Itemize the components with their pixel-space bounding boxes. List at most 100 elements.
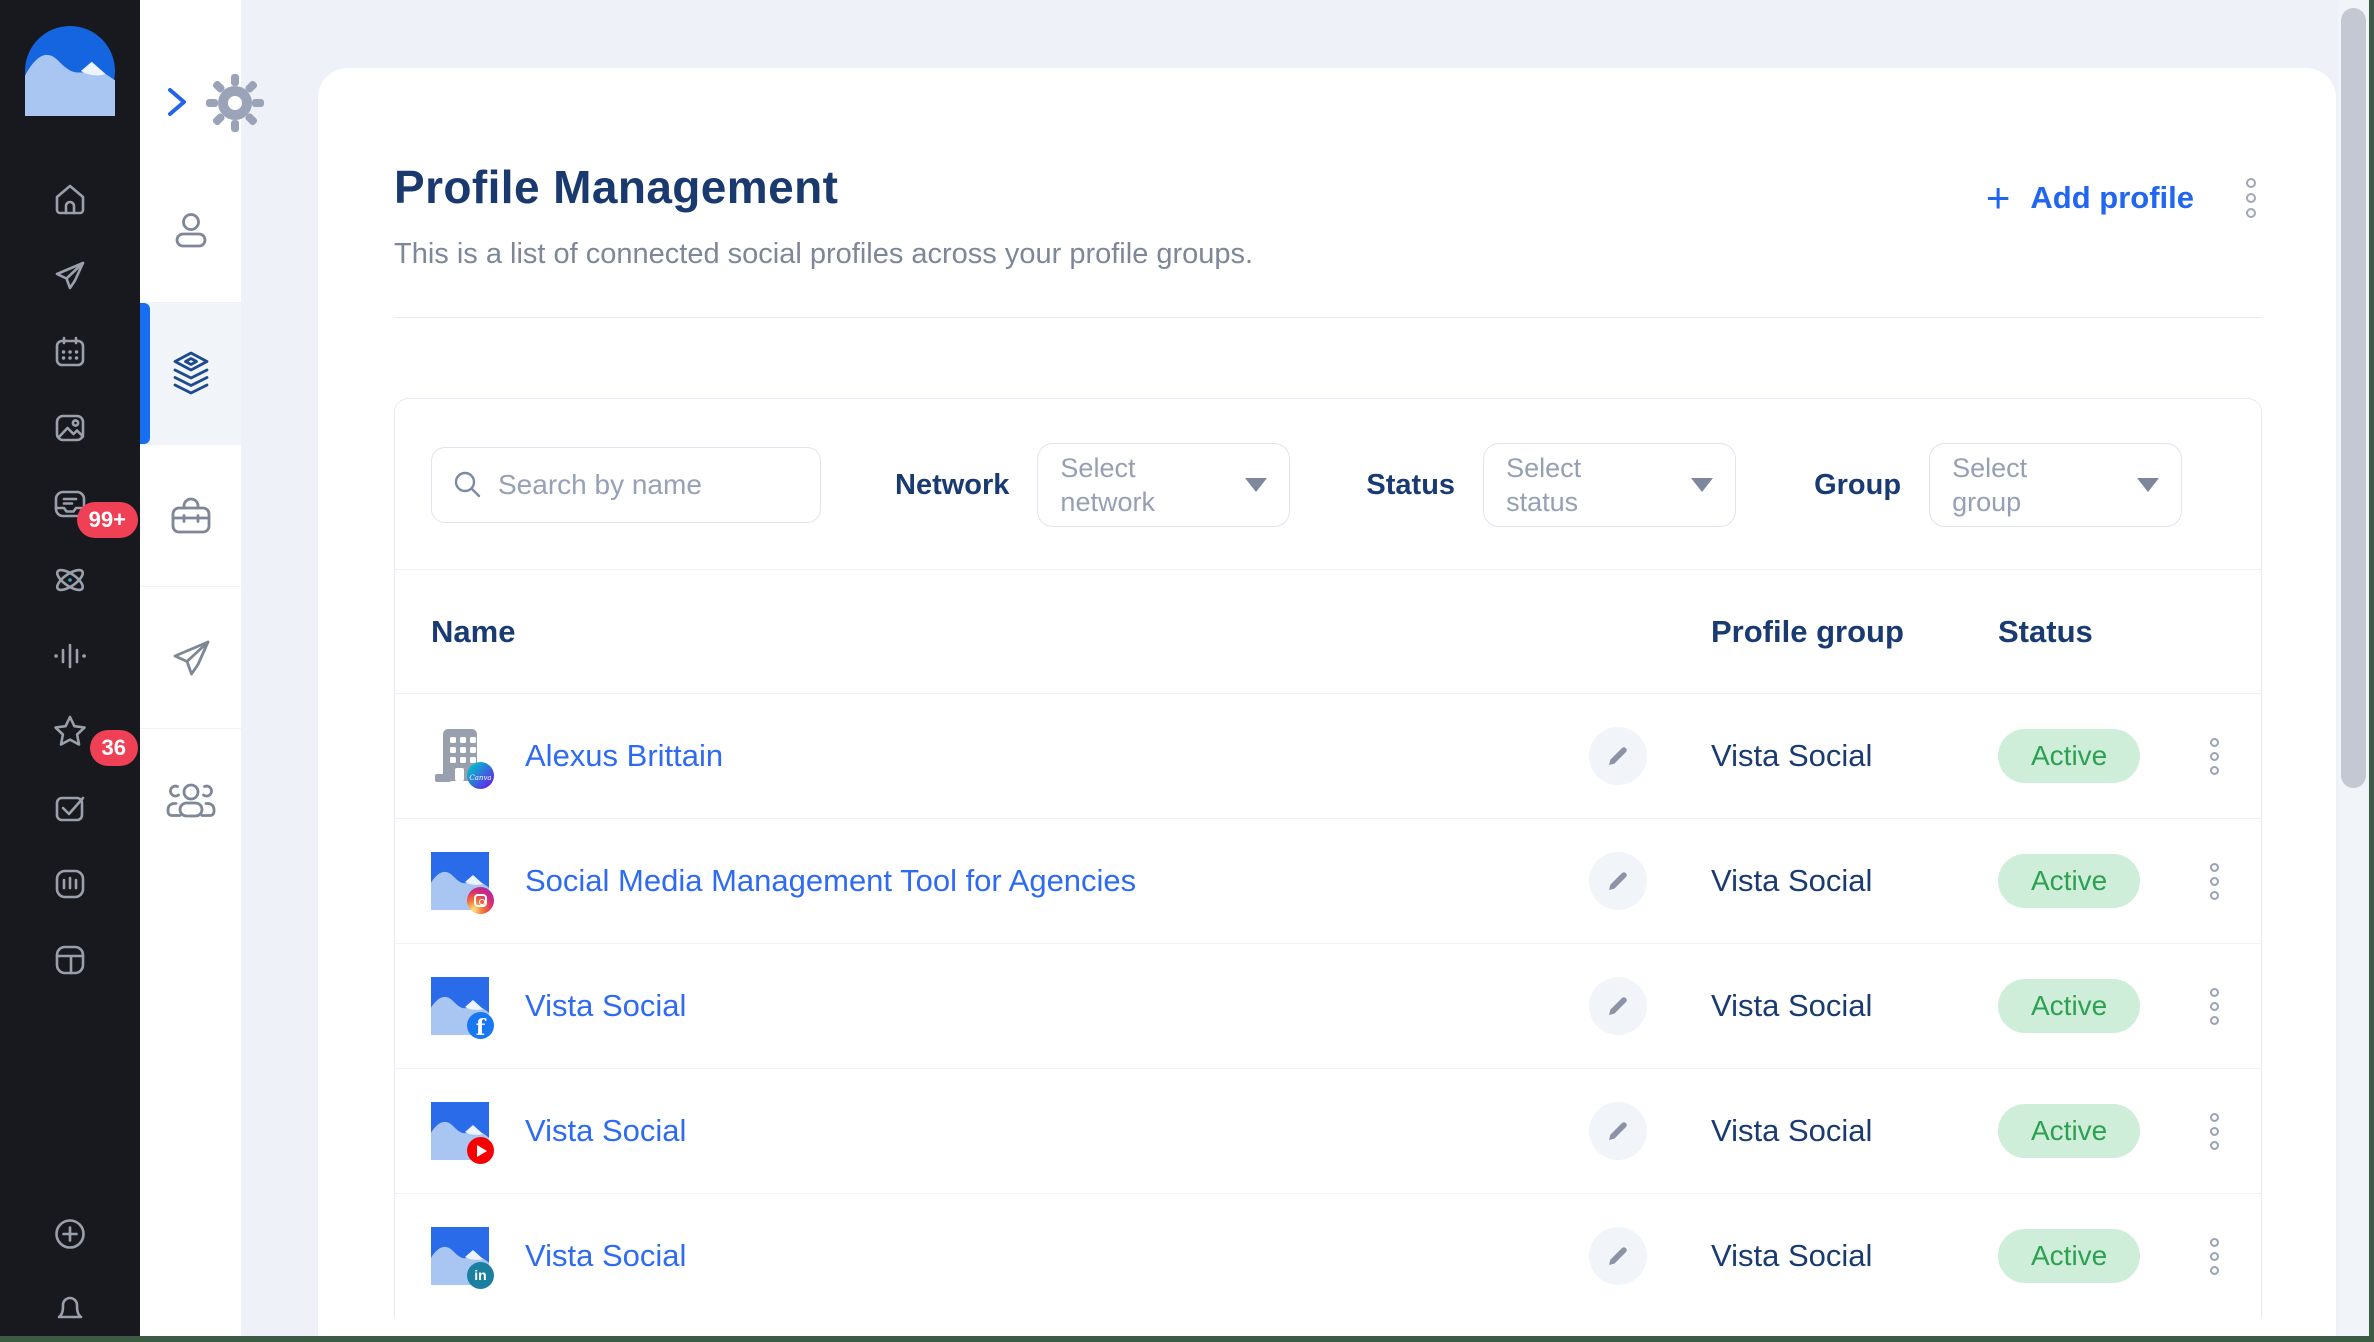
search-box[interactable]: [431, 447, 821, 523]
status-badge: Active: [1998, 1104, 2140, 1158]
status-badge: Active: [1998, 854, 2140, 908]
gear-icon: [204, 72, 266, 134]
subnav-item-profile[interactable]: [140, 160, 241, 302]
row-menu-kebab-icon[interactable]: [2204, 982, 2225, 1031]
profile-avatar: [431, 977, 489, 1035]
sidebar-item-media[interactable]: [0, 390, 140, 466]
profile-group-value: Vista Social: [1711, 988, 1872, 1023]
row-menu-kebab-icon[interactable]: [2204, 1232, 2225, 1281]
profile-name-link[interactable]: Vista Social: [525, 1113, 686, 1149]
edit-profile-button[interactable]: [1589, 977, 1647, 1035]
sidebar-item-home[interactable]: [0, 162, 140, 238]
inbox-count-badge: 99+: [77, 502, 138, 538]
network-badge-icon: [467, 762, 494, 789]
sidebar-item-voice[interactable]: [0, 618, 140, 694]
profile-management-card: Profile Management This is a list of con…: [318, 68, 2336, 1342]
caret-down-icon: [2137, 478, 2159, 492]
edit-profile-button[interactable]: [1589, 1227, 1647, 1285]
table-row: Vista Social Vista Social Active: [395, 1193, 2261, 1318]
header-divider: [394, 317, 2262, 318]
sidebar-item-layout[interactable]: [0, 922, 140, 998]
plus-circle-icon: [51, 1215, 89, 1253]
network-badge-icon: [467, 1262, 494, 1289]
media-icon: [51, 409, 89, 447]
profile-group-value: Vista Social: [1711, 1238, 1872, 1273]
screen-share-border-bottom: [0, 1336, 2374, 1342]
status-filter-label: Status: [1366, 469, 1455, 502]
layers-icon: [168, 350, 214, 398]
add-profile-button[interactable]: + Add profile: [1986, 180, 2194, 216]
scrollbar-track[interactable]: [2338, 0, 2369, 1342]
filters-row: Network Select network Status Select sta…: [395, 399, 2261, 569]
scrollbar-thumb[interactable]: [2341, 8, 2366, 788]
chevron-right-icon: [160, 80, 194, 124]
tasks-icon: [51, 789, 89, 827]
table-row: Alexus Brittain Vista Social Active: [395, 693, 2261, 818]
column-header-profile-group: Profile group: [1673, 614, 1960, 650]
row-menu-kebab-icon[interactable]: [2204, 1107, 2225, 1156]
status-badge: Active: [1998, 729, 2140, 783]
sidebar-item-inbox[interactable]: 99+: [0, 466, 140, 542]
group-select-value: Select group: [1952, 451, 2080, 519]
row-menu-kebab-icon[interactable]: [2204, 732, 2225, 781]
group-filter-label: Group: [1814, 469, 1901, 502]
edit-profile-button[interactable]: [1589, 727, 1647, 785]
edit-profile-button[interactable]: [1589, 1102, 1647, 1160]
profile-name-link[interactable]: Alexus Brittain: [525, 738, 723, 774]
pencil-icon: [1605, 1243, 1631, 1269]
plus-icon: +: [1986, 183, 2011, 213]
expand-sidebar-button[interactable]: [160, 80, 194, 124]
reviews-count-badge: 36: [90, 730, 138, 766]
send-icon: [51, 257, 89, 295]
pencil-icon: [1605, 993, 1631, 1019]
caret-down-icon: [1245, 478, 1267, 492]
status-badge: Active: [1998, 979, 2140, 1033]
network-select[interactable]: Select network: [1037, 443, 1290, 527]
search-input[interactable]: [498, 469, 800, 501]
profile-table-body: Alexus Brittain Vista Social Active: [395, 693, 2261, 1318]
people-icon: [165, 778, 217, 822]
page-title: Profile Management: [394, 160, 1253, 214]
screen-share-border-right: [2369, 0, 2374, 1342]
secondary-sidebar: [140, 0, 241, 1342]
page-menu-kebab-icon[interactable]: [2240, 172, 2262, 224]
send-icon: [167, 634, 215, 682]
subnav-item-team[interactable]: [140, 728, 241, 870]
column-header-name: Name: [431, 614, 1563, 650]
profile-avatar: [431, 852, 489, 910]
sidebar-item-publish[interactable]: [0, 238, 140, 314]
edit-profile-button[interactable]: [1589, 852, 1647, 910]
audio-wave-icon: [51, 637, 89, 675]
primary-sidebar: 99+ 36: [0, 0, 140, 1342]
sidebar-item-reports[interactable]: [0, 846, 140, 922]
profile-group-value: Vista Social: [1711, 1113, 1872, 1148]
table-row: Vista Social Vista Social Active: [395, 943, 2261, 1068]
subnav-item-profiles-connected[interactable]: [140, 302, 241, 444]
group-select[interactable]: Select group: [1929, 443, 2182, 527]
sidebar-item-listening[interactable]: [0, 542, 140, 618]
sidebar-item-reviews[interactable]: 36: [0, 694, 140, 770]
subnav-item-publishing[interactable]: [140, 586, 241, 728]
sidebar-item-add[interactable]: [0, 1198, 140, 1270]
status-select[interactable]: Select status: [1483, 443, 1736, 527]
vista-social-logo[interactable]: [25, 26, 115, 116]
subnav-item-toolbox[interactable]: [140, 444, 241, 586]
table-row: Social Media Management Tool for Agencie…: [395, 818, 2261, 943]
profile-group-value: Vista Social: [1711, 738, 1872, 773]
profile-avatar: [431, 1227, 489, 1285]
layout-icon: [51, 941, 89, 979]
status-select-value: Select status: [1506, 451, 1634, 519]
profile-avatar: [431, 1102, 489, 1160]
sidebar-item-tasks[interactable]: [0, 770, 140, 846]
network-badge-icon: [467, 1012, 494, 1039]
profile-name-link[interactable]: Social Media Management Tool for Agencie…: [525, 863, 1136, 899]
settings-gear-button[interactable]: [204, 72, 266, 134]
row-menu-kebab-icon[interactable]: [2204, 857, 2225, 906]
sidebar-item-calendar[interactable]: [0, 314, 140, 390]
home-icon: [51, 181, 89, 219]
sidebar-item-notifications[interactable]: [0, 1270, 140, 1342]
profile-name-link[interactable]: Vista Social: [525, 1238, 686, 1274]
profile-name-link[interactable]: Vista Social: [525, 988, 686, 1024]
table-header-row: Name Profile group Status: [395, 569, 2261, 693]
profiles-table-container: Network Select network Status Select sta…: [394, 398, 2262, 1318]
